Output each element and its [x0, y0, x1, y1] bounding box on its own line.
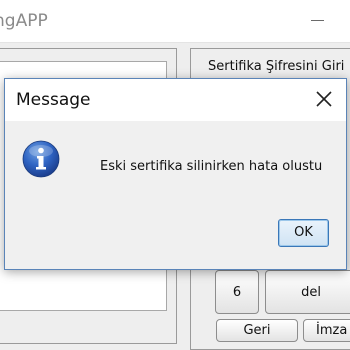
app-titlebar: ngAPP — [0, 0, 350, 43]
close-icon[interactable] — [313, 88, 335, 110]
key-6-label: 6 — [232, 285, 242, 300]
key-del-button[interactable]: del — [265, 270, 350, 314]
key-6-button[interactable]: 6 — [215, 270, 259, 314]
ok-button[interactable]: OK — [278, 219, 329, 247]
cert-password-label: Sertifika Şifresini Giri — [208, 59, 345, 74]
dialog-header: Message — [5, 79, 346, 121]
key-del-label: del — [301, 285, 321, 300]
sign-label: İmza — [316, 323, 348, 338]
info-icon — [22, 140, 60, 178]
back-button[interactable]: Geri — [216, 319, 298, 342]
app-title: ngAPP — [0, 11, 48, 31]
dialog-message: Eski sertifika silinirken hata olustu — [100, 159, 323, 174]
back-label: Geri — [243, 323, 271, 338]
minimize-icon[interactable] — [311, 20, 324, 21]
dialog-title: Message — [16, 90, 91, 110]
ok-label: OK — [294, 225, 313, 240]
dialog-body: Eski sertifika silinirken hata olustu OK — [5, 121, 346, 269]
sign-button[interactable]: İmza — [303, 319, 350, 342]
message-dialog: Message Eski sertifika silinirken hata o… — [4, 78, 347, 270]
